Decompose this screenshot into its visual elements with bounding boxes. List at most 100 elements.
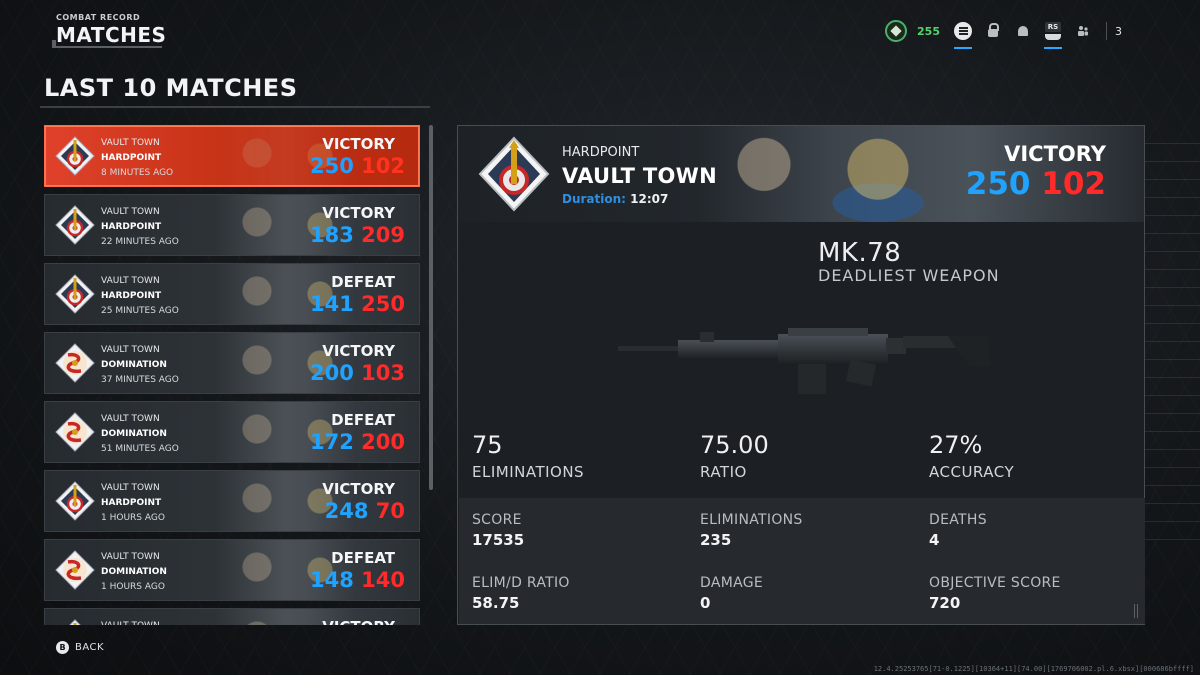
bell-icon — [1018, 26, 1028, 36]
score-enemy: 200 — [361, 430, 405, 454]
match-detail-header: HARDPOINT VAULT TOWN Duration: 12:07 VIC… — [458, 126, 1144, 222]
match-result: VICTORY — [322, 480, 395, 498]
page-title: MATCHES — [56, 23, 167, 47]
match-card[interactable]: VAULT TOWN DOMINATION 37 MINUTES AGO VICTOR… — [44, 332, 420, 394]
match-score: 250 102 — [966, 166, 1106, 202]
back-button[interactable]: B BACK — [56, 641, 104, 654]
lock-icon — [988, 23, 999, 37]
rs-label: RS — [1044, 22, 1062, 32]
match-score: 183 209 — [310, 223, 405, 247]
score-enemy: 209 — [361, 223, 405, 247]
stat-value: 0 — [700, 594, 711, 612]
match-result: VICTORY — [322, 342, 395, 360]
headline-stat-label: ACCURACY — [929, 463, 1015, 481]
score-friendly: 250 — [965, 166, 1031, 202]
match-detail-panel: HARDPOINT VAULT TOWN Duration: 12:07 VIC… — [457, 125, 1145, 625]
notifications-tab[interactable] — [1008, 18, 1038, 44]
weapon-name: MK.78 — [818, 238, 902, 268]
match-card[interactable]: VAULT TOWN DOMINATION 1 HOURS AGO DEFEAT 148… — [44, 539, 420, 601]
match-result: VICTORY — [322, 204, 395, 222]
score-enemy: 102 — [361, 154, 405, 178]
hardpoint-emblem-icon — [55, 136, 95, 176]
page-subtitle: COMBAT RECORD — [56, 13, 141, 22]
match-list-title-underline — [40, 106, 430, 108]
party-icon — [1078, 26, 1088, 36]
match-list-title: LAST 10 MATCHES — [44, 74, 298, 102]
domination-emblem-icon — [55, 550, 95, 590]
score-enemy: 140 — [361, 568, 405, 592]
headline-stat: 27% ACCURACY — [929, 431, 1014, 481]
rank-emblem-icon — [885, 20, 908, 42]
map-artwork — [698, 126, 998, 222]
hardpoint-emblem-icon — [55, 481, 95, 521]
rank-button[interactable] — [881, 18, 911, 44]
back-label: BACK — [75, 642, 105, 653]
match-mode: HARDPOINT — [101, 222, 162, 232]
match-list: VAULT TOWN HARDPOINT 8 MINUTES AGO VICTORY 2… — [44, 125, 420, 625]
stat-value: 58.75 — [472, 594, 520, 612]
hardpoint-emblem-icon — [55, 205, 95, 245]
points-counter: 255 — [917, 24, 940, 38]
match-score: 141 250 — [310, 292, 405, 316]
headline-stat-value: 75.00 — [700, 431, 769, 459]
match-time: 51 MINUTES AGO — [101, 444, 179, 454]
detail-stats: SCORE 17535 ELIMINATIONS 235 DEATHS 4 ELIM/D R… — [459, 498, 1145, 624]
match-map: VAULT TOWN — [101, 138, 160, 148]
match-time: 22 MINUTES AGO — [101, 237, 179, 247]
build-string: 12.4.25253765[71-0.1225][10364+11][74.00… — [873, 665, 1194, 673]
match-map: VAULT TOWN — [562, 164, 717, 188]
match-score: 172 200 — [310, 430, 405, 454]
stat-label: DEATHS — [929, 512, 987, 528]
match-list-scrollbar[interactable] — [429, 125, 433, 490]
party-tab[interactable] — [1068, 18, 1098, 44]
status-divider — [1106, 22, 1107, 40]
unlocks-tab[interactable] — [978, 18, 1008, 44]
headline-stat-value: 27% — [929, 431, 983, 459]
rs-button-icon: RS — [1044, 22, 1062, 40]
match-map: VAULT TOWN — [101, 552, 160, 562]
stat-cell: OBJECTIVE SCORE 720 — [929, 575, 1061, 612]
match-card[interactable]: VAULT TOWN HARDPOINT 25 MINUTES AGO DEFEAT 1… — [44, 263, 420, 325]
header-underline — [52, 46, 162, 48]
stat-label: SCORE — [472, 512, 522, 528]
stat-cell: SCORE 17535 — [472, 512, 524, 549]
party-count: 3 — [1115, 24, 1122, 38]
score-friendly: 248 — [324, 499, 369, 523]
rs-tab[interactable]: RS — [1038, 18, 1068, 49]
match-card[interactable]: VAULT TOWN HARDPOINT 1 HOURS AGO VICTORY 248… — [44, 470, 420, 532]
menu-icon — [954, 22, 972, 40]
headline-stats: 75 ELIMINATIONS 75.00 RATIO 27% ACCURACY — [458, 431, 1144, 497]
stat-label: DAMAGE — [700, 575, 764, 591]
match-mode: DOMINATION — [101, 360, 167, 370]
b-button-icon: B — [56, 641, 69, 654]
score-friendly: 183 — [310, 223, 354, 247]
score-enemy: 70 — [375, 499, 405, 523]
match-time: 25 MINUTES AGO — [101, 306, 179, 316]
match-time: 8 MINUTES AGO — [101, 168, 174, 178]
headline-stat: 75 ELIMINATIONS — [472, 431, 584, 481]
duration-value: 12:07 — [630, 192, 669, 206]
score-friendly: 141 — [310, 292, 354, 316]
match-result: VICTORY — [1004, 142, 1106, 166]
stat-cell: DAMAGE 0 — [700, 575, 763, 612]
stat-value: 235 — [700, 531, 732, 549]
match-card[interactable]: VAULT TOWN VICTORY — [44, 608, 420, 625]
match-result: DEFEAT — [331, 273, 395, 291]
stat-cell: ELIM/D RATIO 58.75 — [472, 575, 570, 612]
match-mode: DOMINATION — [101, 429, 167, 439]
match-map: VAULT TOWN — [101, 345, 160, 355]
match-time: 1 HOURS AGO — [101, 582, 165, 592]
weapon-caption: DEADLIEST WEAPON — [818, 266, 1000, 285]
menu-tab[interactable] — [948, 18, 978, 49]
match-card[interactable]: VAULT TOWN HARDPOINT 8 MINUTES AGO VICTORY 2… — [44, 125, 420, 187]
stat-label: OBJECTIVE SCORE — [929, 575, 1061, 591]
match-card[interactable]: VAULT TOWN DOMINATION 51 MINUTES AGO DEFEAT… — [44, 401, 420, 463]
light-machine-gun-image — [618, 328, 990, 394]
match-score: 250 102 — [310, 154, 405, 178]
corner-decoration — [1134, 604, 1138, 618]
match-mode: HARDPOINT — [101, 153, 162, 163]
headline-stat-label: RATIO — [700, 463, 747, 481]
match-duration: Duration: 12:07 — [562, 192, 668, 206]
domination-emblem-icon — [55, 412, 95, 452]
match-card[interactable]: VAULT TOWN HARDPOINT 22 MINUTES AGO VICTORY… — [44, 194, 420, 256]
